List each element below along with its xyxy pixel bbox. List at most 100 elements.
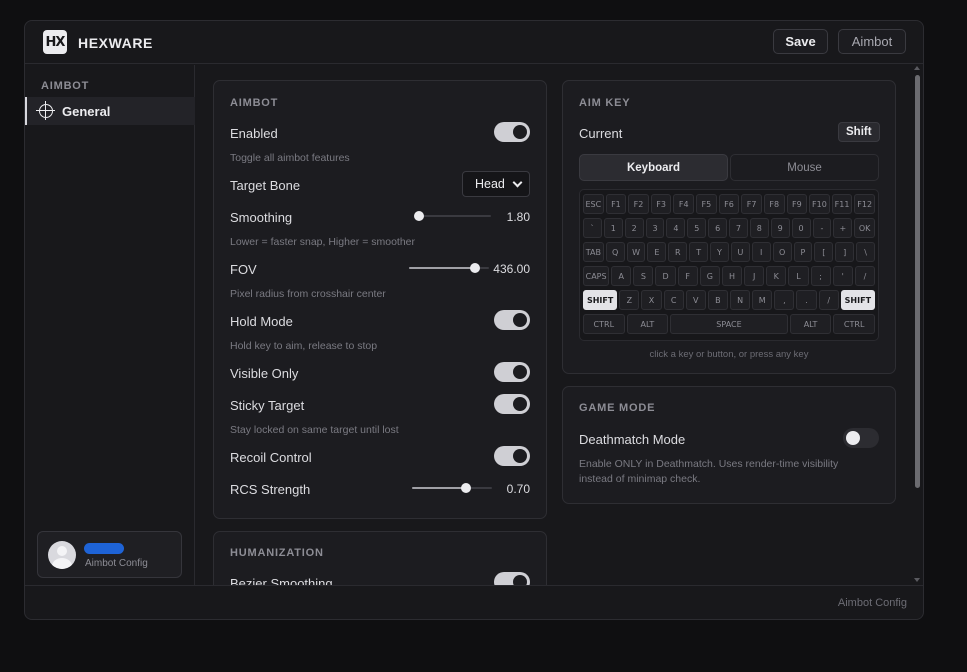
key-f12[interactable]: F12 [854,194,875,214]
sticky-target-toggle[interactable] [494,394,530,414]
hold-mode-toggle[interactable] [494,310,530,330]
key-f6[interactable]: F6 [718,194,740,214]
key-y[interactable]: Y [710,242,729,262]
key-c59[interactable]: ; [810,266,831,286]
recoil-control-toggle[interactable] [494,446,530,466]
sidebar-item-general[interactable]: General [25,97,195,125]
key-u[interactable]: U [730,242,750,262]
key-s[interactable]: S [633,266,654,286]
fov-slider[interactable] [409,263,489,273]
key-t[interactable]: T [689,242,709,262]
key-c39[interactable]: ' [832,266,853,286]
visible-only-toggle[interactable] [494,362,530,382]
key-n[interactable]: N [730,290,751,310]
key-4[interactable]: 4 [666,218,686,238]
key-m[interactable]: M [752,290,773,310]
scrollbar-thumb[interactable] [915,75,920,488]
key-p[interactable]: P [793,242,813,262]
key-f4[interactable]: F4 [673,194,695,214]
key-f9[interactable]: F9 [786,194,808,214]
key-3[interactable]: 3 [645,218,665,238]
key-shift[interactable]: SHIFT [840,290,875,310]
deathmatch-label: Deathmatch Mode [579,432,686,447]
key-l[interactable]: L [788,266,809,286]
key-c47[interactable]: / [854,266,875,286]
key-w[interactable]: W [626,242,646,262]
key-caps[interactable]: CAPS [583,266,610,286]
key-q[interactable]: Q [605,242,625,262]
key-c43[interactable]: + [833,218,853,238]
key-r[interactable]: R [668,242,688,262]
key-v[interactable]: V [685,290,706,310]
key-tab[interactable]: TAB [583,242,604,262]
key-ctrl[interactable]: CTRL [833,314,875,334]
key-f5[interactable]: F5 [696,194,717,214]
key-c47[interactable]: / [818,290,839,310]
key-i[interactable]: I [751,242,771,262]
key-f11[interactable]: F11 [831,194,853,214]
key-e[interactable]: E [647,242,667,262]
key-5[interactable]: 5 [687,218,707,238]
key-h[interactable]: H [721,266,743,286]
key-ctrl[interactable]: CTRL [583,314,625,334]
key-g[interactable]: G [699,266,720,286]
scroll-down-arrow[interactable] [914,578,920,582]
key-f2[interactable]: F2 [628,194,649,214]
card-title: AIMBOT [230,97,279,109]
key-o[interactable]: O [772,242,792,262]
fov-desc: Pixel radius from crosshair center [230,288,386,300]
key-f3[interactable]: F3 [650,194,672,214]
slider-knob[interactable] [469,263,480,273]
key-8[interactable]: 8 [749,218,769,238]
key-f10[interactable]: F10 [809,194,830,214]
profile-card[interactable]: Aimbot Config [37,531,182,578]
key-z[interactable]: Z [619,290,640,310]
key-alt[interactable]: ALT [789,314,832,334]
key-f8[interactable]: F8 [763,194,785,214]
key-b[interactable]: B [707,290,728,310]
key-2[interactable]: 2 [624,218,644,238]
key-a[interactable]: A [611,266,632,286]
key-c91[interactable]: [ [814,242,834,262]
deathmatch-desc-line1: Enable ONLY in Deathmatch. Uses render-t… [579,458,839,470]
key-c46[interactable]: . [796,290,817,310]
key-0[interactable]: 0 [791,218,811,238]
aimbot-button[interactable]: Aimbot [838,29,906,54]
slider-knob[interactable] [413,211,424,221]
key-k[interactable]: K [766,266,787,286]
key-f7[interactable]: F7 [741,194,762,214]
key-x[interactable]: X [641,290,662,310]
enabled-toggle[interactable] [494,122,530,142]
slider-knob[interactable] [460,483,471,493]
key-space[interactable]: SPACE [670,314,788,334]
key-6[interactable]: 6 [708,218,728,238]
key-c96[interactable]: ` [583,218,602,238]
key-shift[interactable]: SHIFT [583,290,618,310]
key-d[interactable]: D [655,266,676,286]
key-alt[interactable]: ALT [626,314,669,334]
redacted-username [84,543,124,554]
key-j[interactable]: J [744,266,765,286]
tab-mouse[interactable]: Mouse [730,154,879,181]
key-c44[interactable]: , [774,290,795,310]
deathmatch-toggle[interactable] [843,428,879,448]
key-f[interactable]: F [677,266,698,286]
key-c45[interactable]: - [812,218,832,238]
key-ok[interactable]: OK [854,218,875,238]
bezier-toggle[interactable] [494,572,530,585]
key-f1[interactable]: F1 [605,194,627,214]
key-c93[interactable]: ] [835,242,855,262]
scroll-up-arrow[interactable] [914,66,920,70]
save-button[interactable]: Save [773,29,828,54]
key-esc[interactable]: ESC [583,194,604,214]
key-1[interactable]: 1 [603,218,623,238]
key-c[interactable]: C [663,290,684,310]
tab-keyboard[interactable]: Keyboard [579,154,728,181]
target-bone-select[interactable]: Head [462,171,530,197]
key-7[interactable]: 7 [729,218,748,238]
key-c92[interactable]: \ [856,242,875,262]
key-9[interactable]: 9 [770,218,790,238]
aim-key-card: AIM KEY Current Shift Keyboard Mouse ESC… [562,80,896,374]
brand-title: HEXWARE [78,35,153,51]
sticky-target-desc: Stay locked on same target until lost [230,424,399,436]
